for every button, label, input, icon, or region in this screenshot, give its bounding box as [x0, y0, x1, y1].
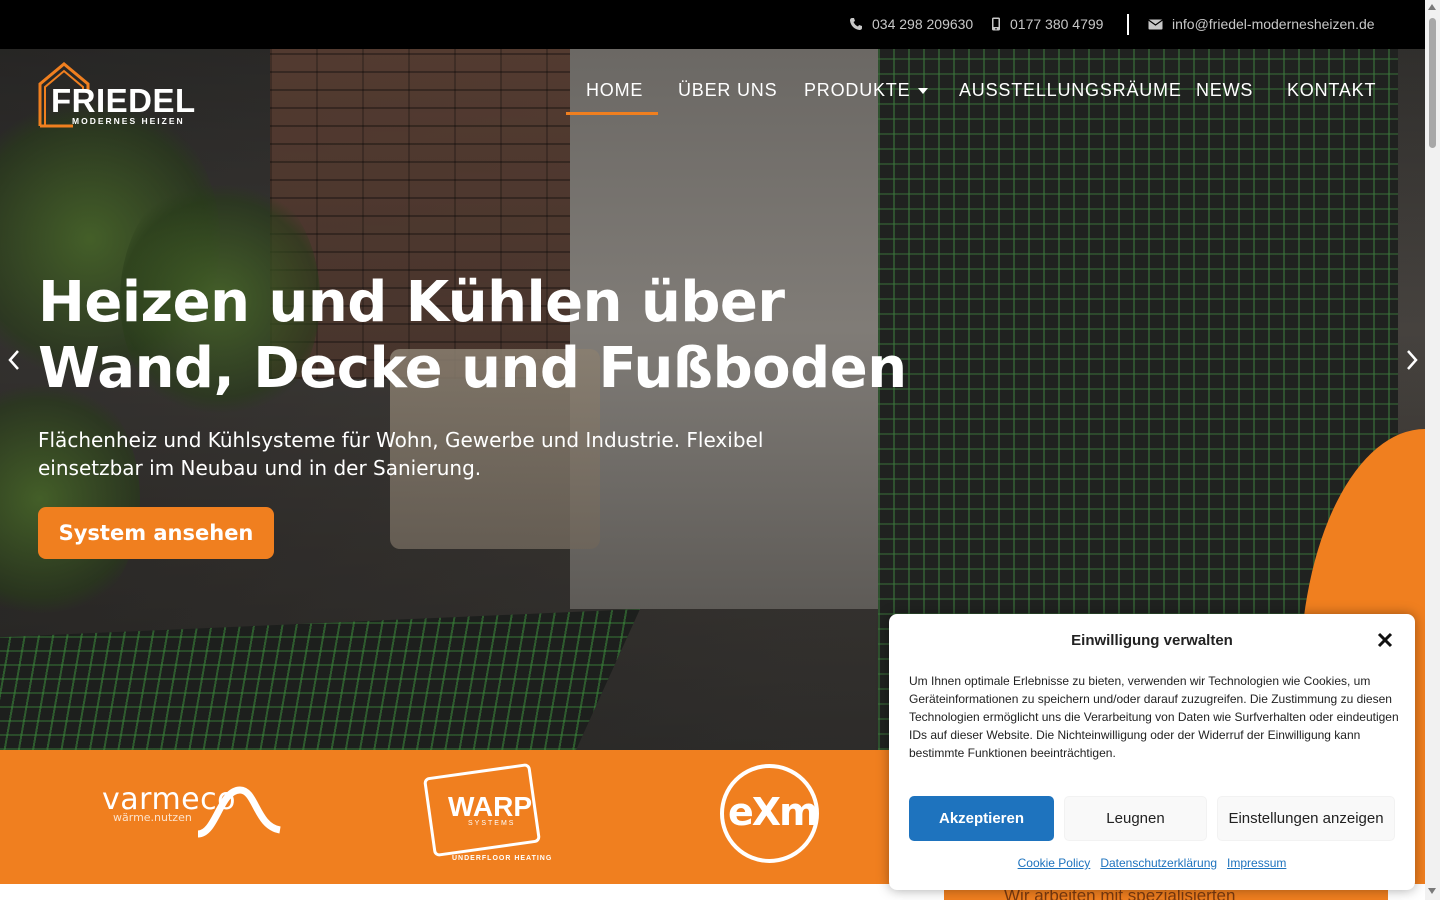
nav-item-label: NEWS [1196, 80, 1254, 100]
nav-item-products[interactable]: PRODUKTE [804, 80, 929, 101]
nav-item-showrooms[interactable]: AUSSTELLUNGSRÄUME [959, 80, 1182, 101]
hero-bg-plant [0, 369, 140, 629]
nav-item-label: AUSSTELLUNGSRÄUME [959, 80, 1182, 100]
privacy-policy-link[interactable]: Datenschutzerklärung [1100, 856, 1217, 870]
envelope-icon [1148, 19, 1163, 29]
mobile-link[interactable]: 0177 380 4799 [991, 16, 1103, 32]
scroll-up-icon[interactable] [1428, 4, 1436, 10]
varmeco-tagline: wärme.nutzen [113, 811, 192, 824]
nav-item-home[interactable]: HOME [586, 80, 643, 101]
caret-down-icon [918, 87, 929, 94]
chevron-left-icon[interactable] [4, 348, 24, 372]
close-icon[interactable] [1375, 630, 1395, 650]
warp-logo-tagline: UNDERFLOOR HEATING [452, 855, 553, 862]
nav-item-label: KONTAKT [1287, 80, 1377, 100]
phone-icon [850, 18, 862, 30]
nav-item-news[interactable]: NEWS [1196, 80, 1253, 101]
hero-subtitle-line: einsetzbar im Neubau und in der Sanierun… [38, 456, 482, 480]
email-address: info@friedel-modernesheizen.de [1172, 16, 1375, 32]
scrollbar-thumb[interactable] [1429, 18, 1436, 148]
varmeco-wave-icon [197, 786, 282, 838]
nav-item-label: PRODUKTE [804, 80, 911, 100]
logo-tagline: MODERNES HEIZEN [72, 116, 185, 126]
warp-logo: WARP [448, 791, 532, 822]
hero-title-line: Heizen und Kühlen über [38, 270, 785, 335]
email-link[interactable]: info@friedel-modernesheizen.de [1148, 16, 1375, 32]
nav-item-about[interactable]: ÜBER UNS [678, 80, 777, 101]
cookie-dialog-title: Einwilligung verwalten [1071, 632, 1233, 649]
topbar-divider [1127, 14, 1129, 35]
deny-button[interactable]: Leugnen [1064, 796, 1207, 841]
cookie-policy-link[interactable]: Cookie Policy [1018, 856, 1091, 870]
hero-title: Heizen und Kühlen über Wand, Decke und F… [38, 270, 938, 402]
accept-button[interactable]: Akzeptieren [909, 796, 1054, 841]
logo-name: FRIEDEL [51, 82, 196, 119]
page-scrollbar[interactable] [1425, 0, 1440, 900]
cookie-dialog-text: Um Ihnen optimale Erlebnisse zu bieten, … [909, 674, 1399, 760]
hero-title-line: Wand, Decke und Fußboden [38, 336, 907, 401]
phone-link[interactable]: 034 298 209630 [849, 16, 973, 32]
warp-logo-systems: SYSTEMS [468, 820, 516, 827]
hero-subtitle-line: Flächenheiz und Kühlsysteme für Wohn, Ge… [38, 428, 764, 452]
phone-number: 034 298 209630 [872, 16, 974, 32]
nav-item-contact[interactable]: KONTAKT [1287, 80, 1376, 101]
cookie-dialog-links: Cookie Policy Datenschutzerklärung Impre… [889, 856, 1415, 870]
scroll-down-icon[interactable] [1428, 888, 1436, 894]
nav-item-label: ÜBER UNS [678, 80, 778, 100]
cookie-consent-dialog: Einwilligung verwalten Um Ihnen optimale… [889, 614, 1415, 890]
mobile-number: 0177 380 4799 [1010, 16, 1104, 32]
view-preferences-button[interactable]: Einstellungen anzeigen [1217, 796, 1395, 841]
system-view-button[interactable]: System ansehen [38, 507, 274, 559]
nav-active-indicator [566, 112, 658, 115]
exm-logo: eXm [728, 790, 819, 834]
mobile-icon [992, 17, 1000, 31]
hero-subtitle: Flächenheiz und Kühlsysteme für Wohn, Ge… [38, 426, 808, 482]
top-contact-bar: 034 298 209630 0177 380 4799 info@friede… [0, 0, 1425, 49]
nav-item-label: HOME [586, 80, 644, 100]
site-logo[interactable]: FRIEDEL MODERNES HEIZEN [37, 62, 195, 128]
chevron-right-icon[interactable] [1402, 348, 1422, 372]
imprint-link[interactable]: Impressum [1227, 856, 1286, 870]
hero-bg-floor-mat [0, 609, 640, 750]
